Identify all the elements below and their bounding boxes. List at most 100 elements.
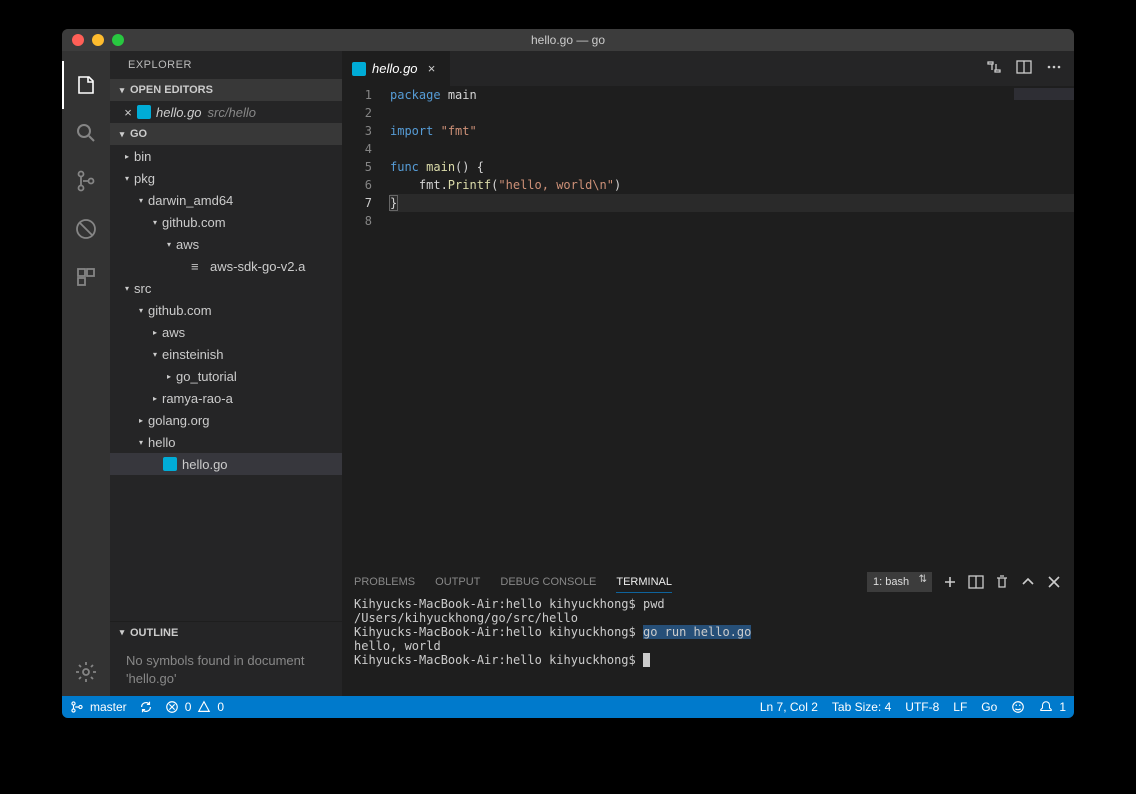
workspace-header[interactable]: ▾GO <box>110 123 342 145</box>
file-icon: ≡ <box>191 259 205 273</box>
panel-tab-terminal[interactable]: TERMINAL <box>616 572 672 593</box>
extensions-icon[interactable] <box>62 253 110 301</box>
maximize-panel-icon[interactable] <box>1020 574 1036 590</box>
outline-empty-message: No symbols found in document 'hello.go' <box>110 644 342 696</box>
tree-item-label: einsteinish <box>162 347 223 362</box>
file-tree-folder[interactable]: ▸bin <box>110 145 342 167</box>
source-control-icon[interactable] <box>62 157 110 205</box>
new-terminal-icon[interactable] <box>942 574 958 590</box>
file-tree-folder[interactable]: ▾darwin_amd64 <box>110 189 342 211</box>
chevron-down-icon: ▾ <box>150 218 160 227</box>
panel-tab-debug-console[interactable]: DEBUG CONSOLE <box>500 572 596 592</box>
chevron-down-icon: ▾ <box>164 240 174 249</box>
tree-item-label: github.com <box>162 215 226 230</box>
go-file-icon <box>163 457 177 471</box>
split-terminal-icon[interactable] <box>968 574 984 590</box>
tree-item-label: hello <box>148 435 175 450</box>
tree-item-label: hello.go <box>182 457 228 472</box>
notifications-status[interactable]: 1 <box>1039 700 1066 714</box>
file-tree-folder[interactable]: ▾github.com <box>110 211 342 233</box>
tree-item-label: aws-sdk-go-v2.a <box>210 259 305 274</box>
explorer-icon[interactable] <box>62 61 110 109</box>
go-file-icon <box>352 62 366 76</box>
line-gutter: 12345678 <box>342 86 390 566</box>
chevron-right-icon: ▸ <box>150 328 160 337</box>
editor-area: hello.go × 12345678 package main import … <box>342 51 1074 696</box>
window-title: hello.go — go <box>62 33 1074 47</box>
app-window: hello.go — go EXPLORER <box>62 29 1074 718</box>
more-actions-icon[interactable] <box>1046 59 1062 78</box>
file-tree-folder[interactable]: ▾github.com <box>110 299 342 321</box>
file-tree-file[interactable]: hello.go <box>110 453 342 475</box>
close-icon[interactable]: × <box>120 105 136 120</box>
file-tree-file[interactable]: ≡ aws-sdk-go-v2.a <box>110 255 342 277</box>
indentation-status[interactable]: Tab Size: 4 <box>832 700 891 714</box>
cursor-position-status[interactable]: Ln 7, Col 2 <box>760 700 818 714</box>
file-tree-folder[interactable]: ▾pkg <box>110 167 342 189</box>
chevron-down-icon: ▾ <box>136 196 146 205</box>
compare-changes-icon[interactable] <box>986 59 1002 78</box>
chevron-down-icon: ▾ <box>114 627 130 638</box>
chevron-down-icon: ▾ <box>114 129 130 140</box>
terminal-output[interactable]: Kihyucks-MacBook-Air:hello kihyuckhong$ … <box>342 597 1074 696</box>
chevron-right-icon: ▸ <box>136 416 146 425</box>
titlebar: hello.go — go <box>62 29 1074 51</box>
file-tree-folder[interactable]: ▸ramya-rao-a <box>110 387 342 409</box>
file-tree-folder[interactable]: ▾einsteinish <box>110 343 342 365</box>
minimap[interactable] <box>1014 88 1074 118</box>
terminal-selector[interactable]: 1: bash <box>867 572 932 592</box>
file-tree-folder[interactable]: ▸aws <box>110 321 342 343</box>
eol-status[interactable]: LF <box>953 700 967 714</box>
tree-item-label: aws <box>162 325 185 340</box>
status-bar: master 0 0 Ln 7, Col 2 Tab Size: 4 UTF-8… <box>62 696 1074 718</box>
code-editor[interactable]: 12345678 package main import "fmt" func … <box>342 86 1074 566</box>
tree-item-label: ramya-rao-a <box>162 391 233 406</box>
activity-bar <box>62 51 110 696</box>
git-sync-status[interactable] <box>139 700 153 714</box>
bottom-panel: PROBLEMS OUTPUT DEBUG CONSOLE TERMINAL 1: b… <box>342 566 1074 696</box>
outline-header[interactable]: ▾OUTLINE <box>110 622 342 644</box>
language-mode-status[interactable]: Go <box>981 700 997 714</box>
file-tree-folder[interactable]: ▾aws <box>110 233 342 255</box>
file-tree-folder[interactable]: ▸go_tutorial <box>110 365 342 387</box>
tree-item-label: src <box>134 281 151 296</box>
tree-item-label: golang.org <box>148 413 209 428</box>
tree-item-label: github.com <box>148 303 212 318</box>
chevron-down-icon: ▾ <box>136 306 146 315</box>
encoding-status[interactable]: UTF-8 <box>905 700 939 714</box>
file-tree-folder[interactable]: ▾hello <box>110 431 342 453</box>
split-editor-icon[interactable] <box>1016 59 1032 78</box>
feedback-icon[interactable] <box>1011 700 1025 714</box>
file-tree-folder[interactable]: ▾src <box>110 277 342 299</box>
sidebar: EXPLORER ▾OPEN EDITORS × hello.go src/he… <box>110 51 342 696</box>
tree-item-label: go_tutorial <box>176 369 237 384</box>
file-tree: ▸bin▾pkg▾darwin_amd64▾github.com▾aws≡aws… <box>110 145 342 621</box>
chevron-down-icon: ▾ <box>136 438 146 447</box>
close-panel-icon[interactable] <box>1046 574 1062 590</box>
chevron-down-icon: ▾ <box>150 350 160 359</box>
sidebar-title: EXPLORER <box>110 51 342 79</box>
file-tree-folder[interactable]: ▸golang.org <box>110 409 342 431</box>
editor-tabs: hello.go × <box>342 51 1074 86</box>
editor-tab[interactable]: hello.go × <box>342 51 451 86</box>
settings-gear-icon[interactable] <box>62 648 110 696</box>
open-editor-item[interactable]: × hello.go src/hello <box>110 101 342 123</box>
tree-item-label: bin <box>134 149 151 164</box>
close-tab-icon[interactable]: × <box>424 61 440 76</box>
tree-item-label: aws <box>176 237 199 252</box>
debug-icon[interactable] <box>62 205 110 253</box>
chevron-down-icon: ▾ <box>122 284 132 293</box>
chevron-down-icon: ▾ <box>122 174 132 183</box>
panel-tab-output[interactable]: OUTPUT <box>435 572 480 592</box>
chevron-right-icon: ▸ <box>122 152 132 161</box>
problems-status[interactable]: 0 0 <box>165 700 224 714</box>
search-icon[interactable] <box>62 109 110 157</box>
code-content[interactable]: package main import "fmt" func main() { … <box>390 86 1074 566</box>
chevron-down-icon: ▾ <box>114 85 130 96</box>
kill-terminal-icon[interactable] <box>994 574 1010 590</box>
chevron-right-icon: ▸ <box>164 372 174 381</box>
git-branch-status[interactable]: master <box>70 700 127 714</box>
go-file-icon <box>137 105 151 119</box>
open-editors-header[interactable]: ▾OPEN EDITORS <box>110 79 342 101</box>
panel-tab-problems[interactable]: PROBLEMS <box>354 572 415 592</box>
